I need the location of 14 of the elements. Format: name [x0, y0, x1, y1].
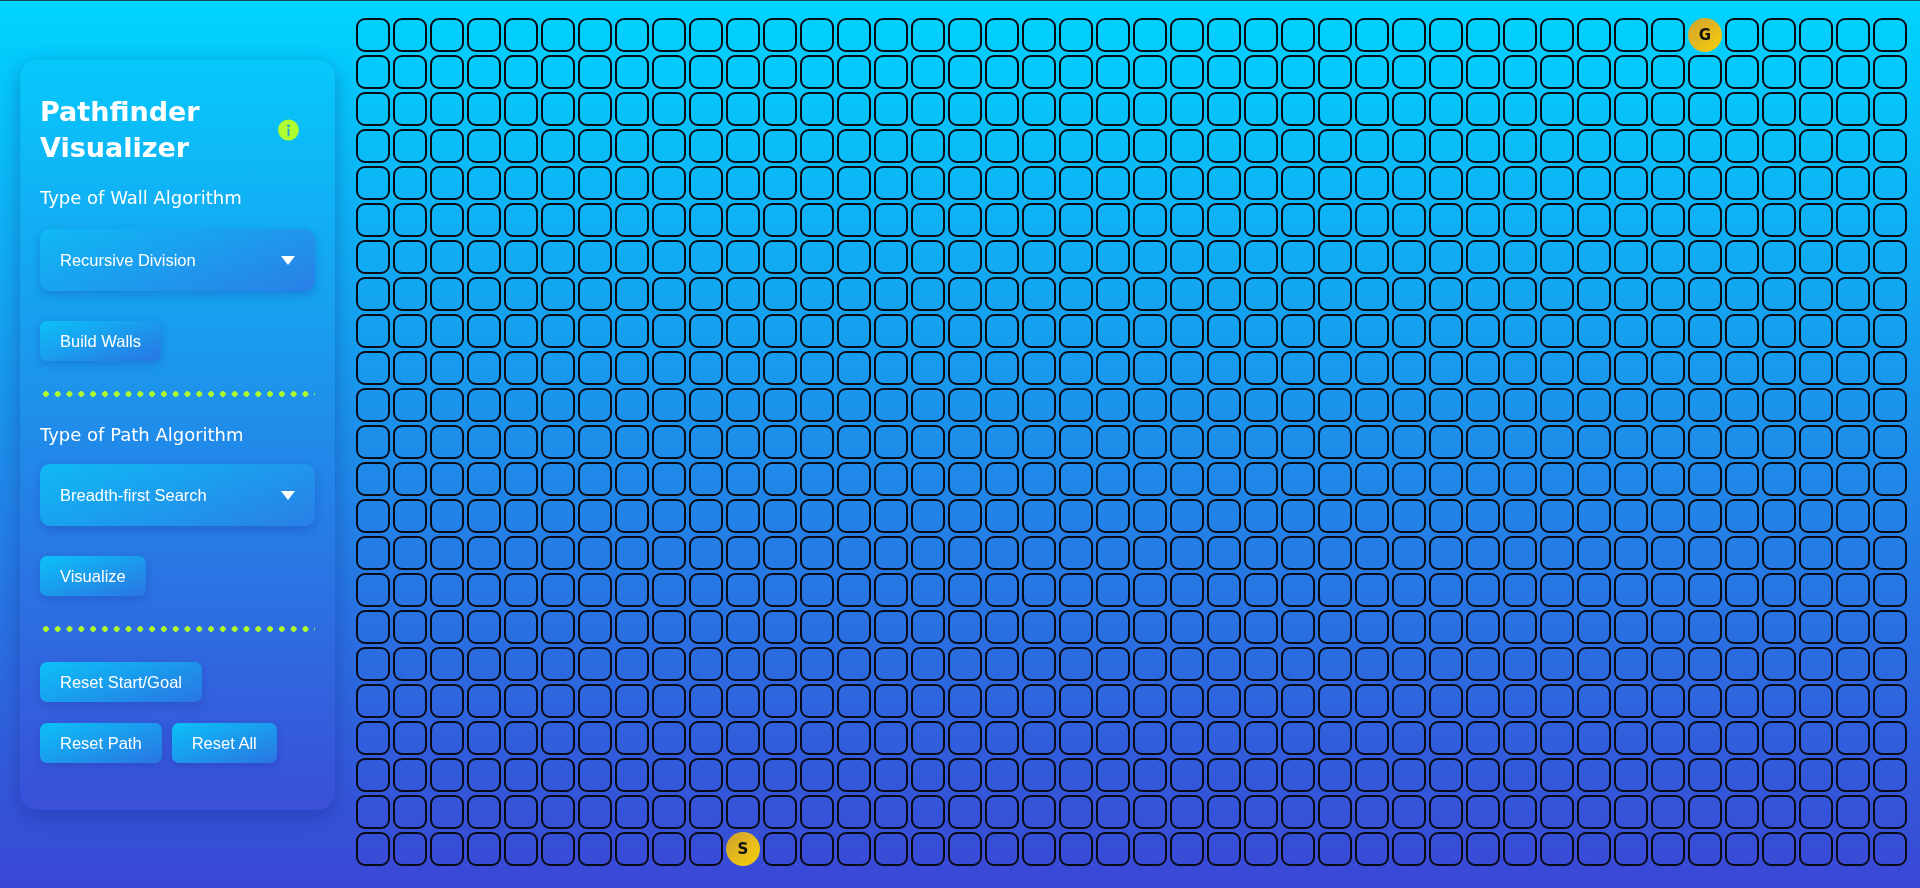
app-title: Pathfinder Visualizer — [40, 95, 201, 165]
build-walls-button[interactable]: Build Walls — [40, 321, 161, 361]
node-marker[interactable]: S — [726, 832, 760, 866]
reset-start-goal-button[interactable]: Reset Start/Goal — [40, 662, 202, 702]
node-marker[interactable]: G — [1688, 18, 1722, 52]
path-algorithm-dropdown[interactable]: Breadth-first Search — [40, 464, 315, 526]
visualize-button[interactable]: Visualize — [40, 556, 146, 596]
wall-algorithm-dropdown[interactable]: Recursive Division — [40, 229, 315, 291]
wall-algorithm-label: Type of Wall Algorithm — [40, 186, 243, 210]
caret-icon — [281, 255, 295, 265]
caret-icon — [281, 490, 295, 500]
reset-button[interactable]: Reset All — [171, 723, 277, 763]
path-algorithm-label: Type of Path Algorithm — [40, 423, 245, 447]
reset-button[interactable]: Reset Path — [40, 723, 162, 763]
